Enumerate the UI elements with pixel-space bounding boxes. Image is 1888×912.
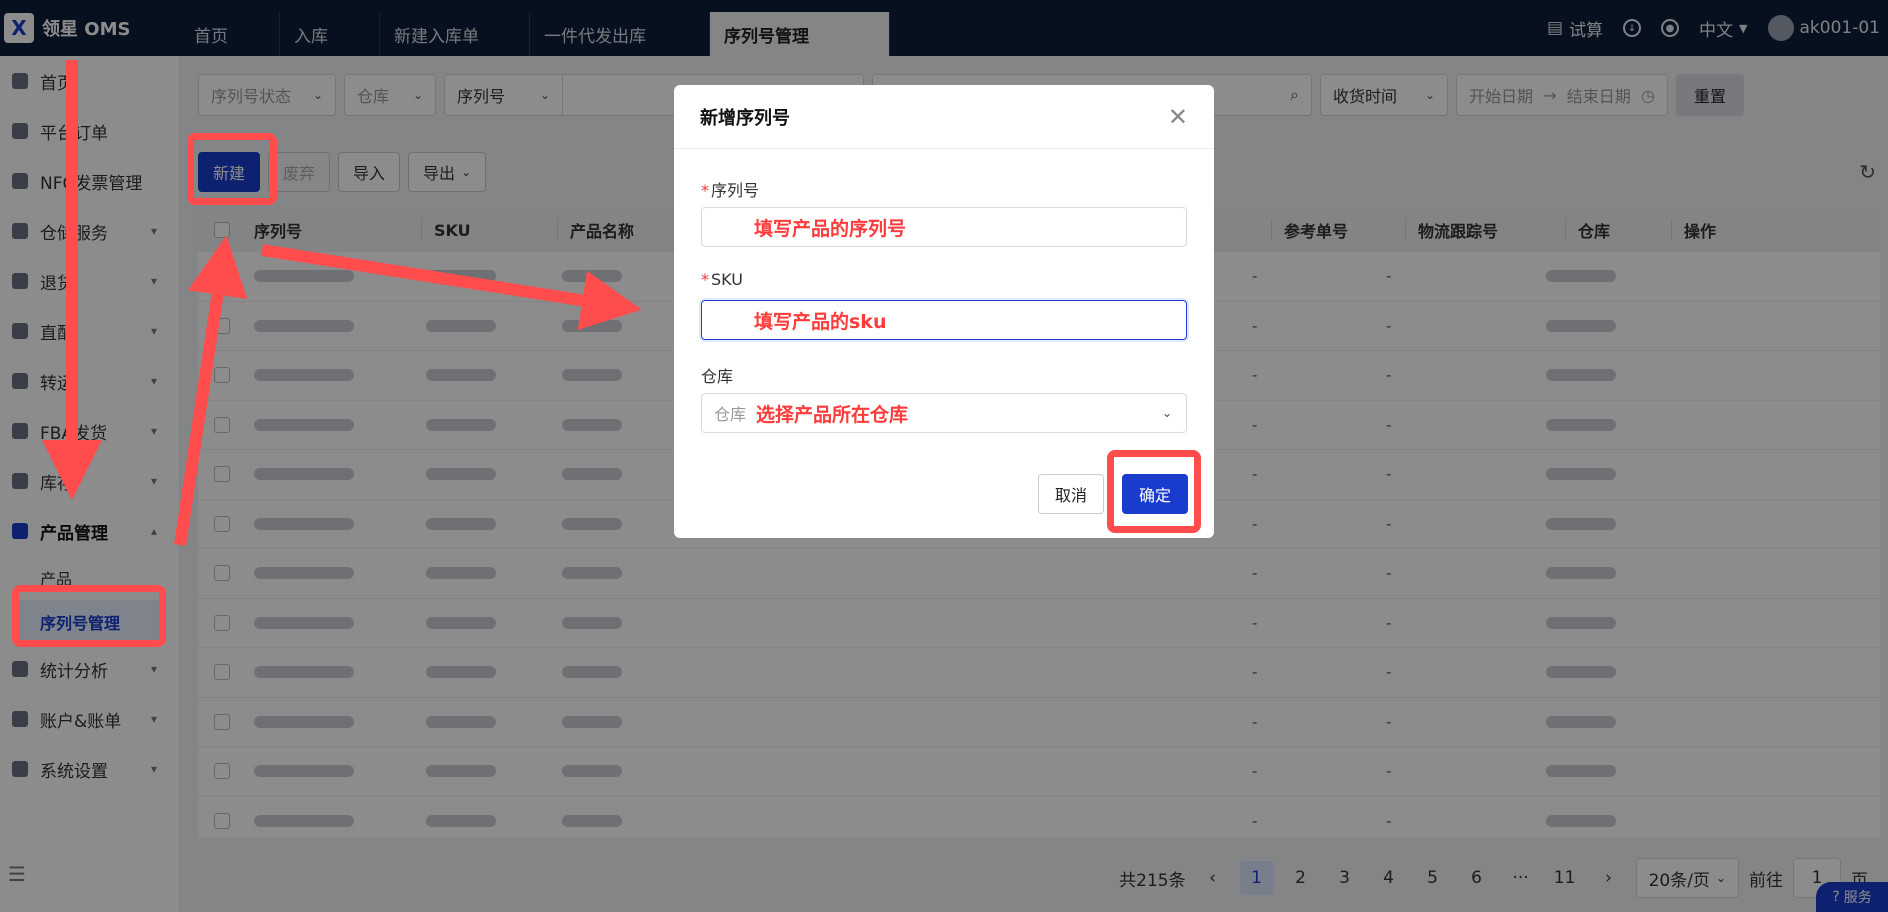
dialog-header: 新增序列号 ✕ <box>674 85 1214 149</box>
required-mark: * <box>701 270 709 289</box>
required-mark: * <box>701 181 709 200</box>
sku-input[interactable]: 填写产品的sku <box>701 300 1187 340</box>
dialog-title: 新增序列号 <box>700 107 790 129</box>
warehouse-placeholder: 仓库 <box>714 405 747 424</box>
annotation-highlight-confirm <box>1107 450 1201 533</box>
annotation-serial-hint: 填写产品的序列号 <box>754 217 907 240</box>
close-icon[interactable]: ✕ <box>1168 103 1188 131</box>
annotation-warehouse-hint: 选择产品所在仓库 <box>756 403 909 426</box>
serial-input[interactable]: 填写产品的序列号 <box>701 207 1187 247</box>
annotation-highlight-serial-menu <box>12 585 166 647</box>
warehouse-select[interactable]: 仓库 选择产品所在仓库 ⌄ <box>701 393 1187 433</box>
annotation-highlight-new <box>187 133 277 205</box>
annotation-sku-hint: 填写产品的sku <box>754 310 887 333</box>
warehouse-field-label: 仓库 <box>701 367 734 386</box>
label-text: 序列号 <box>711 181 760 200</box>
sku-field: * SKU 填写产品的sku <box>701 270 1187 340</box>
label-text: SKU <box>711 270 743 289</box>
serial-field: * 序列号 填写产品的序列号 <box>701 177 1187 247</box>
sku-field-label: * SKU <box>701 270 1187 292</box>
warehouse-field: 仓库 仓库 选择产品所在仓库 ⌄ <box>701 363 1187 433</box>
serial-field-label: * 序列号 <box>701 177 1187 200</box>
cancel-button[interactable]: 取消 <box>1037 474 1104 514</box>
chevron-down-icon: ⌄ <box>1161 406 1172 420</box>
